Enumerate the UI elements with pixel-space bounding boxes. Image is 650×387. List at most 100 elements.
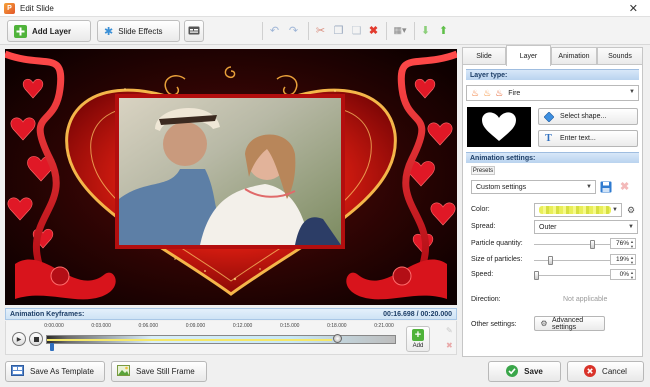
spinner-arrows-icon[interactable]: ▲ ▼ xyxy=(630,239,634,249)
timeline-tick-label: 0:21.000 xyxy=(374,323,394,329)
delete-preset-icon[interactable]: ✖ xyxy=(620,180,629,193)
slide-effects-label: Slide Effects xyxy=(118,26,163,36)
timeline-ruler: 0:00.000 0:03.000 0:06.000 0:09.000 0:12.000… xyxy=(44,323,396,335)
move-down-icon[interactable]: ⬇ xyxy=(417,22,434,39)
particle-quantity-value: 76% xyxy=(615,240,629,247)
grid-dropdown-icon[interactable]: ▦▾ xyxy=(389,22,411,39)
gear-icon[interactable]: ⚙ xyxy=(627,205,635,216)
save-still-frame-button[interactable]: Save Still Frame xyxy=(111,361,207,382)
keyframe-edit-icon[interactable]: ✎ xyxy=(446,326,453,335)
add-icon: + xyxy=(412,329,424,341)
timeline-tick-label: 0:06.000 xyxy=(138,323,159,329)
redo-icon[interactable]: ↷ xyxy=(285,22,302,39)
stop-button[interactable] xyxy=(29,332,43,346)
heart-icon xyxy=(482,112,516,141)
layer-type-value: Fire xyxy=(508,89,521,97)
diamond-icon xyxy=(543,111,554,122)
size-of-particles-value: 19% xyxy=(615,256,629,263)
paste-icon[interactable]: ❏ xyxy=(348,22,365,39)
undo-icon[interactable]: ↶ xyxy=(266,22,283,39)
timeline-track[interactable] xyxy=(46,335,396,344)
spread-select[interactable]: Outer ▼ xyxy=(534,220,638,234)
keyframes-label: Animation Keyframes: xyxy=(10,310,85,318)
tab-slide[interactable]: Slide xyxy=(462,47,506,65)
keyframe-marker[interactable] xyxy=(50,343,54,351)
play-button[interactable]: ▶ xyxy=(12,332,26,346)
chevron-down-icon: ▼ xyxy=(629,89,635,95)
spinner-arrows-icon[interactable]: ▲ ▼ xyxy=(630,255,634,265)
timeline-playhead[interactable] xyxy=(332,334,342,343)
add-layer-button[interactable]: Add Layer xyxy=(7,20,91,42)
add-icon xyxy=(14,24,27,38)
fire-icon: ♨ xyxy=(483,87,492,98)
play-icon: ▶ xyxy=(16,336,22,343)
enter-text-label: Enter text... xyxy=(560,135,596,142)
preset-value: Custom settings xyxy=(476,183,527,191)
layer-type-select[interactable]: ♨ ♨ ♨ Fire ▼ xyxy=(466,85,639,101)
bottom-bar: Save As Template Save Still Frame Save C… xyxy=(0,358,650,387)
copy-icon[interactable]: ❐ xyxy=(330,22,347,39)
tab-sounds[interactable]: Sounds xyxy=(597,47,643,65)
checkmark-icon xyxy=(506,364,519,379)
slide-preview-canvas[interactable] xyxy=(5,49,457,305)
slide-effects-button[interactable]: ✱ Slide Effects xyxy=(97,20,180,42)
slider-thumb[interactable] xyxy=(534,271,539,280)
timeline-tick-label: 0:15.000 xyxy=(279,323,300,329)
toolbar-separator xyxy=(386,22,387,40)
direction-value: Not applicable xyxy=(563,296,608,303)
save-preset-icon[interactable] xyxy=(600,181,612,195)
select-shape-button[interactable]: Select shape... xyxy=(538,108,638,125)
enter-text-button[interactable]: T Enter text... xyxy=(538,130,638,147)
cancel-icon xyxy=(584,364,597,379)
other-settings-label: Other settings: xyxy=(471,321,517,328)
captions-button[interactable] xyxy=(184,20,204,42)
move-up-icon[interactable]: ⬆ xyxy=(435,22,452,39)
save-as-template-button[interactable]: Save As Template xyxy=(5,361,105,382)
title-bar: P Edit Slide ✕ xyxy=(0,0,650,17)
preset-select[interactable]: Custom settings ▼ xyxy=(471,180,596,194)
save-still-frame-label: Save Still Frame xyxy=(136,367,195,376)
layer-tab-content: Layer type: ♨ ♨ ♨ Fire ▼ Select shape...… xyxy=(462,64,643,357)
cut-icon[interactable]: ✂ xyxy=(312,22,329,39)
spinner-arrows-icon[interactable]: ▲ ▼ xyxy=(630,270,634,280)
advanced-settings-label: Advanced settings xyxy=(552,316,584,331)
cancel-label: Cancel xyxy=(602,367,627,376)
slider-thumb[interactable] xyxy=(590,240,596,249)
toolbar-separator xyxy=(414,22,415,40)
shape-preview xyxy=(467,107,531,147)
slider-thumb[interactable] xyxy=(548,256,554,265)
size-of-particles-slider[interactable] xyxy=(534,256,612,265)
add-keyframe-label: Add xyxy=(412,343,424,349)
add-keyframe-button[interactable]: + Add xyxy=(406,326,430,352)
tab-animation[interactable]: Animation xyxy=(551,47,597,65)
save-label: Save xyxy=(524,367,543,376)
color-select[interactable]: ▼ xyxy=(534,203,622,217)
timeline-tick-label: 0:12.000 xyxy=(232,323,253,329)
image-icon xyxy=(117,365,130,378)
timeline-area: ▶ 0:00.000 0:03.000 0:06.000 0:09.000 0:12.0… xyxy=(5,321,457,355)
speed-slider[interactable] xyxy=(534,271,612,280)
particle-quantity-field[interactable]: 76% ▲ ▼ xyxy=(610,238,636,249)
window-close-button[interactable]: ✕ xyxy=(629,2,638,15)
size-of-particles-label: Size of particles: xyxy=(471,256,523,263)
animation-keyframes-bar: Animation Keyframes: 00:16.698 / 00:20.0… xyxy=(5,308,457,320)
cancel-button[interactable]: Cancel xyxy=(567,361,644,382)
captions-icon xyxy=(188,26,200,37)
keyframes-time: 00:16.698 / 00:20.000 xyxy=(383,310,452,318)
save-as-template-label: Save As Template xyxy=(30,367,94,376)
save-button[interactable]: Save xyxy=(488,361,561,382)
size-of-particles-field[interactable]: 19% ▲ ▼ xyxy=(610,254,636,265)
window-title: Edit Slide xyxy=(20,3,54,13)
spread-label: Spread: xyxy=(471,223,496,230)
particle-quantity-slider[interactable] xyxy=(534,240,612,249)
layer-type-header: Layer type: xyxy=(466,69,639,80)
spread-value: Outer xyxy=(539,223,557,231)
speed-field[interactable]: 0% ▲ ▼ xyxy=(610,269,636,280)
chevron-down-icon: ▼ xyxy=(586,184,592,190)
delete-icon[interactable]: ✖ xyxy=(365,22,382,39)
tab-layer[interactable]: Layer xyxy=(506,45,551,66)
add-layer-label: Add Layer xyxy=(32,26,72,36)
timeline-progress-line xyxy=(47,339,333,341)
advanced-settings-button[interactable]: ⚙ Advanced settings xyxy=(534,316,605,331)
keyframe-delete-icon[interactable]: ✖ xyxy=(446,341,453,350)
